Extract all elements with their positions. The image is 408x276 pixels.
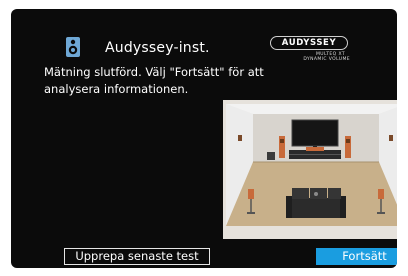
page-title: Audyssey-inst. — [105, 40, 210, 56]
status-message: Mätning slutförd. Välj "Fortsätt" för at… — [44, 65, 264, 96]
room-setup-illustration — [223, 100, 397, 239]
audyssey-logo: AUDYSSEY MULTEQ XT DYNAMIC VOLUME — [266, 36, 350, 66]
continue-button[interactable]: Fortsätt — [316, 248, 397, 265]
speaker-icon — [66, 37, 80, 57]
logo-line2: DYNAMIC VOLUME — [303, 57, 350, 62]
setup-screen: Audyssey-inst. AUDYSSEY MULTEQ XT DYNAMI… — [11, 9, 397, 268]
repeat-last-test-button[interactable]: Upprepa senaste test — [64, 248, 210, 265]
logo-brand: AUDYSSEY — [270, 36, 348, 50]
